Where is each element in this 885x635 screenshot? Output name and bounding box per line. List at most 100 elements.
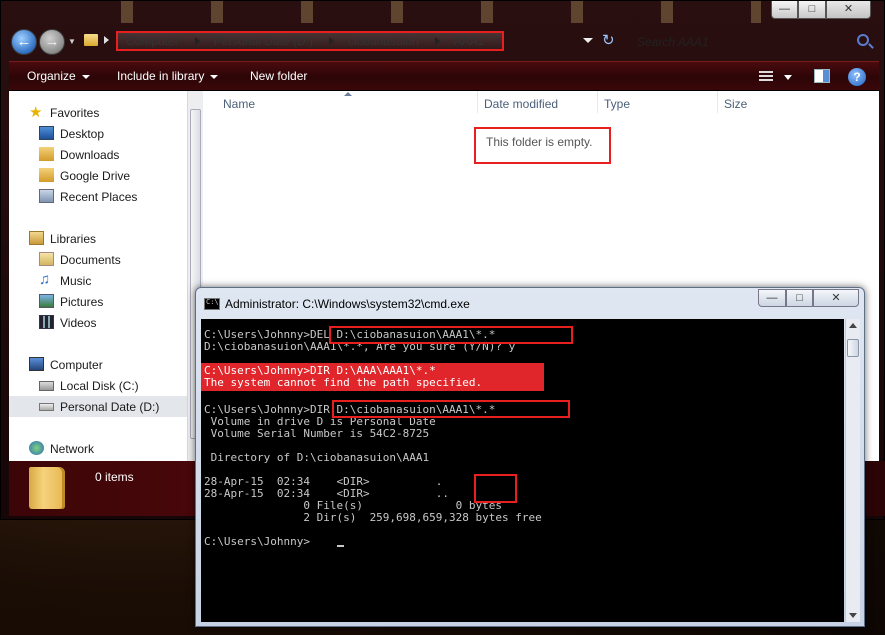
recent-places-icon [39, 189, 54, 203]
breadcrumb-computer[interactable]: Computer [118, 34, 189, 48]
nav-favorites[interactable]: ★ Favorites [9, 102, 187, 123]
preview-pane-icon[interactable] [814, 69, 830, 83]
nav-recent-places-label: Recent Places [60, 190, 138, 204]
console-line: The system cannot find the path specifie… [204, 376, 483, 389]
nav-libraries[interactable]: Libraries [9, 228, 187, 249]
new-folder-button[interactable]: New folder [250, 69, 307, 83]
nav-desktop[interactable]: Desktop [9, 123, 187, 144]
nav-personal-date-d[interactable]: Personal Date (D:) [9, 396, 187, 417]
nav-pictures[interactable]: Pictures [9, 291, 187, 312]
nav-network[interactable]: Network [9, 438, 187, 459]
nav-documents-label: Documents [60, 253, 121, 267]
highlight-box-del-command [329, 326, 573, 344]
computer-icon [29, 357, 44, 371]
breadcrumb-drive-d[interactable]: Personal Date (D:) [206, 34, 323, 48]
cmd-minimize-button[interactable]: — [758, 289, 786, 307]
forward-button[interactable]: → [39, 29, 65, 55]
cmd-maximize-button[interactable]: □ [786, 289, 813, 307]
chevron-right-icon[interactable] [104, 36, 109, 44]
nav-music-label: Music [60, 274, 92, 288]
music-icon: ♫ [39, 271, 51, 288]
search-icon[interactable] [857, 34, 869, 46]
console-line: C:\Users\Johnny> [204, 535, 310, 548]
back-button[interactable]: ← [11, 29, 37, 55]
scroll-down-icon[interactable] [849, 613, 857, 618]
view-options-icon[interactable] [759, 71, 773, 82]
nav-videos-label: Videos [60, 316, 97, 330]
nav-computer[interactable]: Computer [9, 354, 187, 375]
nav-local-disk-c[interactable]: Local Disk (C:) [9, 375, 187, 396]
organize-label: Organize [27, 69, 76, 83]
documents-icon [39, 252, 54, 266]
scroll-up-icon[interactable] [849, 323, 857, 328]
highlight-box-dir-command [332, 400, 570, 418]
breadcrumb[interactable]: Computer Personal Date (D:) ciobanasuion… [116, 31, 504, 51]
sort-arrow-icon [344, 92, 352, 96]
titlebar-decoration [81, 1, 761, 23]
nav-videos[interactable]: Videos [9, 312, 187, 333]
nav-computer-label: Computer [50, 358, 103, 372]
column-divider[interactable] [717, 91, 718, 113]
item-count: 0 items [95, 470, 134, 484]
nav-desktop-label: Desktop [60, 127, 105, 141]
star-icon: ★ [29, 104, 43, 121]
column-header-size[interactable]: Size [724, 97, 747, 111]
cmd-titlebar[interactable]: Administrator: C:\Windows\system32\cmd.e… [196, 288, 866, 318]
column-header-type[interactable]: Type [604, 97, 630, 111]
cmd-close-button[interactable]: ✕ [813, 289, 859, 307]
nav-libraries-label: Libraries [50, 232, 97, 246]
drive-icon [39, 403, 54, 411]
nav-downloads[interactable]: Downloads [9, 144, 187, 165]
help-icon[interactable]: ? [848, 68, 866, 86]
nav-recent-places[interactable]: Recent Places [9, 186, 187, 207]
console-line: Directory of D:\ciobanasuion\AAA1 [204, 451, 430, 464]
address-dropdown-icon[interactable] [583, 38, 593, 43]
column-header-name[interactable]: Name [223, 97, 255, 111]
libraries-icon [29, 231, 44, 245]
include-in-library-button[interactable]: Include in library [117, 69, 219, 83]
scrollbar-thumb[interactable] [847, 339, 859, 357]
cmd-scrollbar[interactable] [845, 319, 860, 622]
navigation-pane: ★ Favorites Desktop Downloads Google Dri… [9, 91, 187, 461]
folder-icon [29, 467, 65, 509]
chevron-down-icon[interactable] [784, 75, 792, 80]
console-line: Volume Serial Number is 54C2-8725 [204, 427, 430, 440]
explorer-titlebar: — □ ✕ [1, 1, 885, 25]
nav-music[interactable]: ♫ Music [9, 270, 187, 291]
organize-button[interactable]: Organize [27, 69, 90, 83]
nav-documents[interactable]: Documents [9, 249, 187, 270]
column-divider[interactable] [477, 91, 478, 113]
include-in-library-label: Include in library [117, 69, 205, 83]
chevron-down-icon [210, 74, 219, 79]
maximize-button[interactable]: □ [798, 1, 826, 19]
console-output[interactable]: C:\Users\Johnny>DEL D:\ciobanasuion\AAA1… [201, 319, 844, 622]
cmd-icon[interactable] [204, 298, 220, 310]
console-line: 2 Dir(s) 259,698,659,328 bytes free [204, 511, 542, 524]
chevron-right-icon[interactable] [434, 37, 440, 45]
column-header-date-modified[interactable]: Date modified [484, 97, 558, 111]
chevron-right-icon[interactable] [194, 37, 200, 45]
network-icon [29, 441, 44, 455]
pictures-icon [39, 294, 54, 308]
search-placeholder: Search AAA1 [637, 35, 709, 49]
empty-folder-message: This folder is empty. [474, 127, 611, 164]
desktop-icon [39, 126, 54, 140]
cmd-title: Administrator: C:\Windows\system32\cmd.e… [225, 297, 470, 311]
history-dropdown-icon[interactable]: ▼ [68, 37, 76, 46]
breadcrumb-folder[interactable]: ciobanasuion [340, 34, 429, 48]
cmd-window: Administrator: C:\Windows\system32\cmd.e… [195, 287, 865, 627]
close-button[interactable]: ✕ [826, 1, 871, 19]
drive-icon [39, 381, 54, 391]
minimize-button[interactable]: — [771, 1, 798, 19]
command-bar: Organize Include in library New folder ? [9, 61, 879, 91]
refresh-icon[interactable]: ↻ [602, 31, 615, 49]
search-input[interactable]: Search AAA1 [625, 30, 875, 54]
column-divider[interactable] [597, 91, 598, 113]
chevron-right-icon[interactable] [329, 37, 335, 45]
google-drive-folder-icon [39, 168, 54, 182]
highlight-box-dir-entries [474, 474, 517, 503]
nav-network-label: Network [50, 442, 95, 456]
nav-google-drive[interactable]: Google Drive [9, 165, 187, 186]
nav-pictures-label: Pictures [60, 295, 104, 309]
breadcrumb-current[interactable]: AAA1 [446, 34, 495, 48]
